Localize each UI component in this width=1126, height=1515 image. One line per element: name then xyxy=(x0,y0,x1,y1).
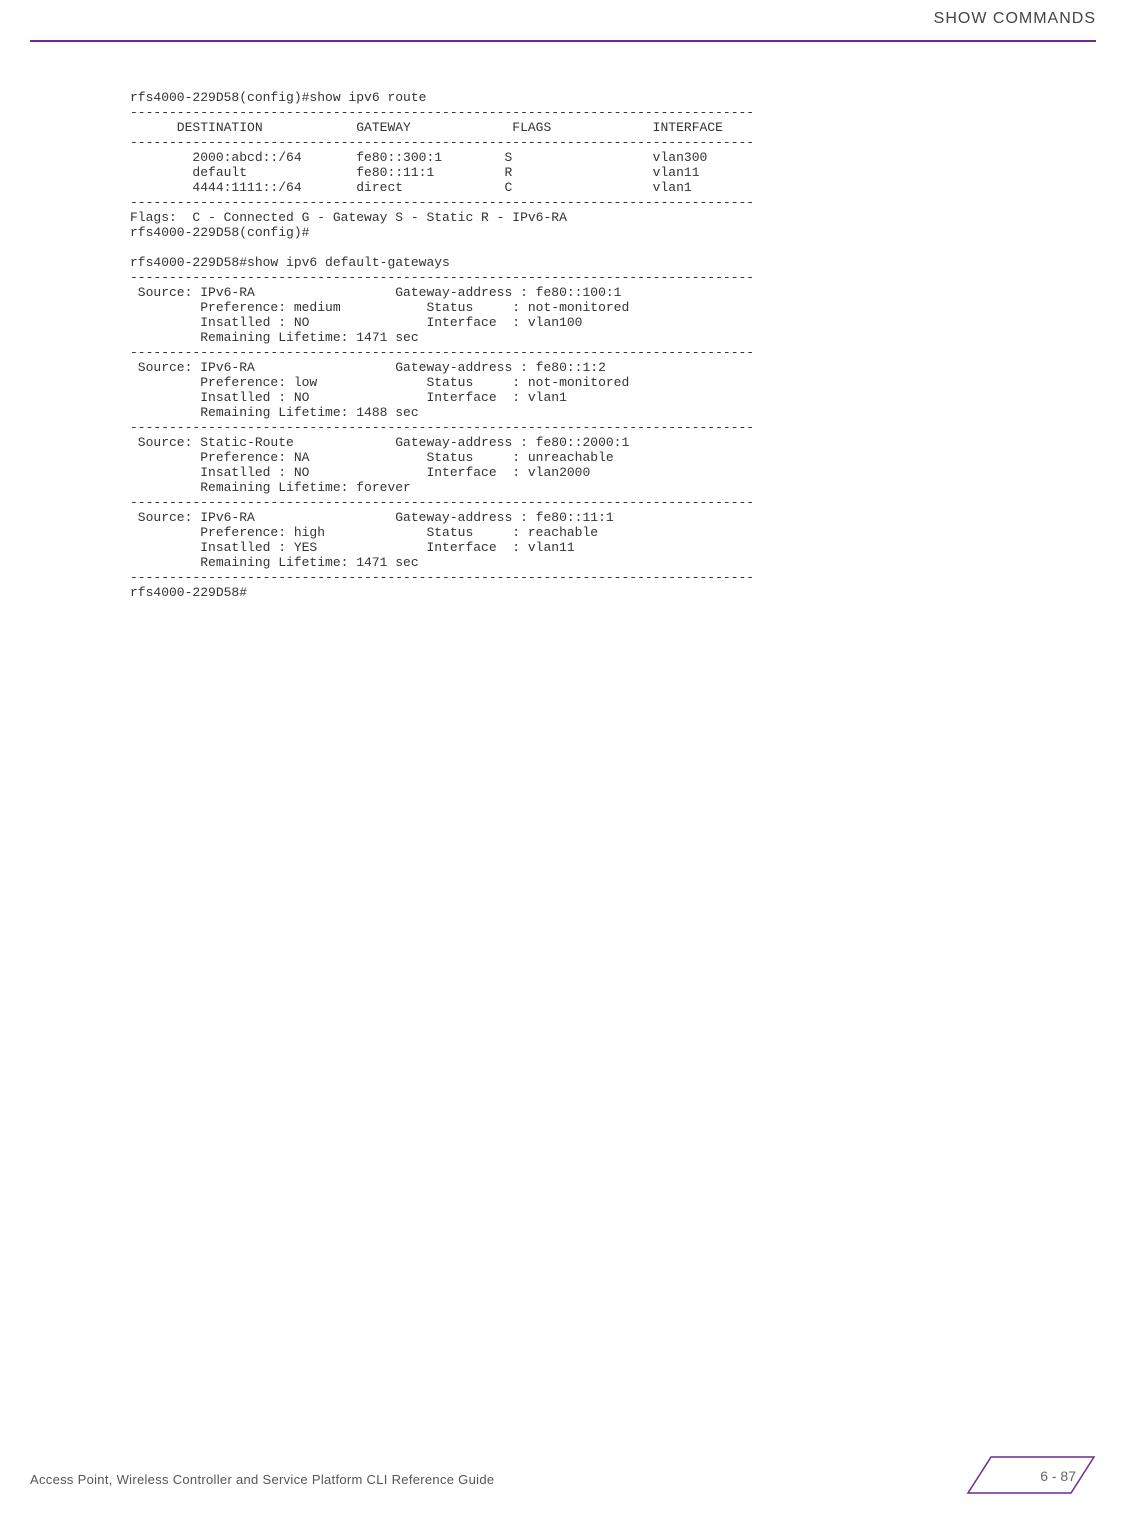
parallelogram-icon xyxy=(966,1455,1096,1495)
footer: Access Point, Wireless Controller and Se… xyxy=(30,1455,1096,1495)
footer-page-number: 6 - 87 xyxy=(1040,1468,1076,1484)
terminal-output: rfs4000-229D58(config)#show ipv6 route -… xyxy=(130,90,754,600)
header-rule xyxy=(30,40,1096,42)
footer-text: Access Point, Wireless Controller and Se… xyxy=(30,1472,494,1487)
header-title: SHOW COMMANDS xyxy=(934,10,1096,28)
footer-page-badge xyxy=(966,1455,1096,1495)
